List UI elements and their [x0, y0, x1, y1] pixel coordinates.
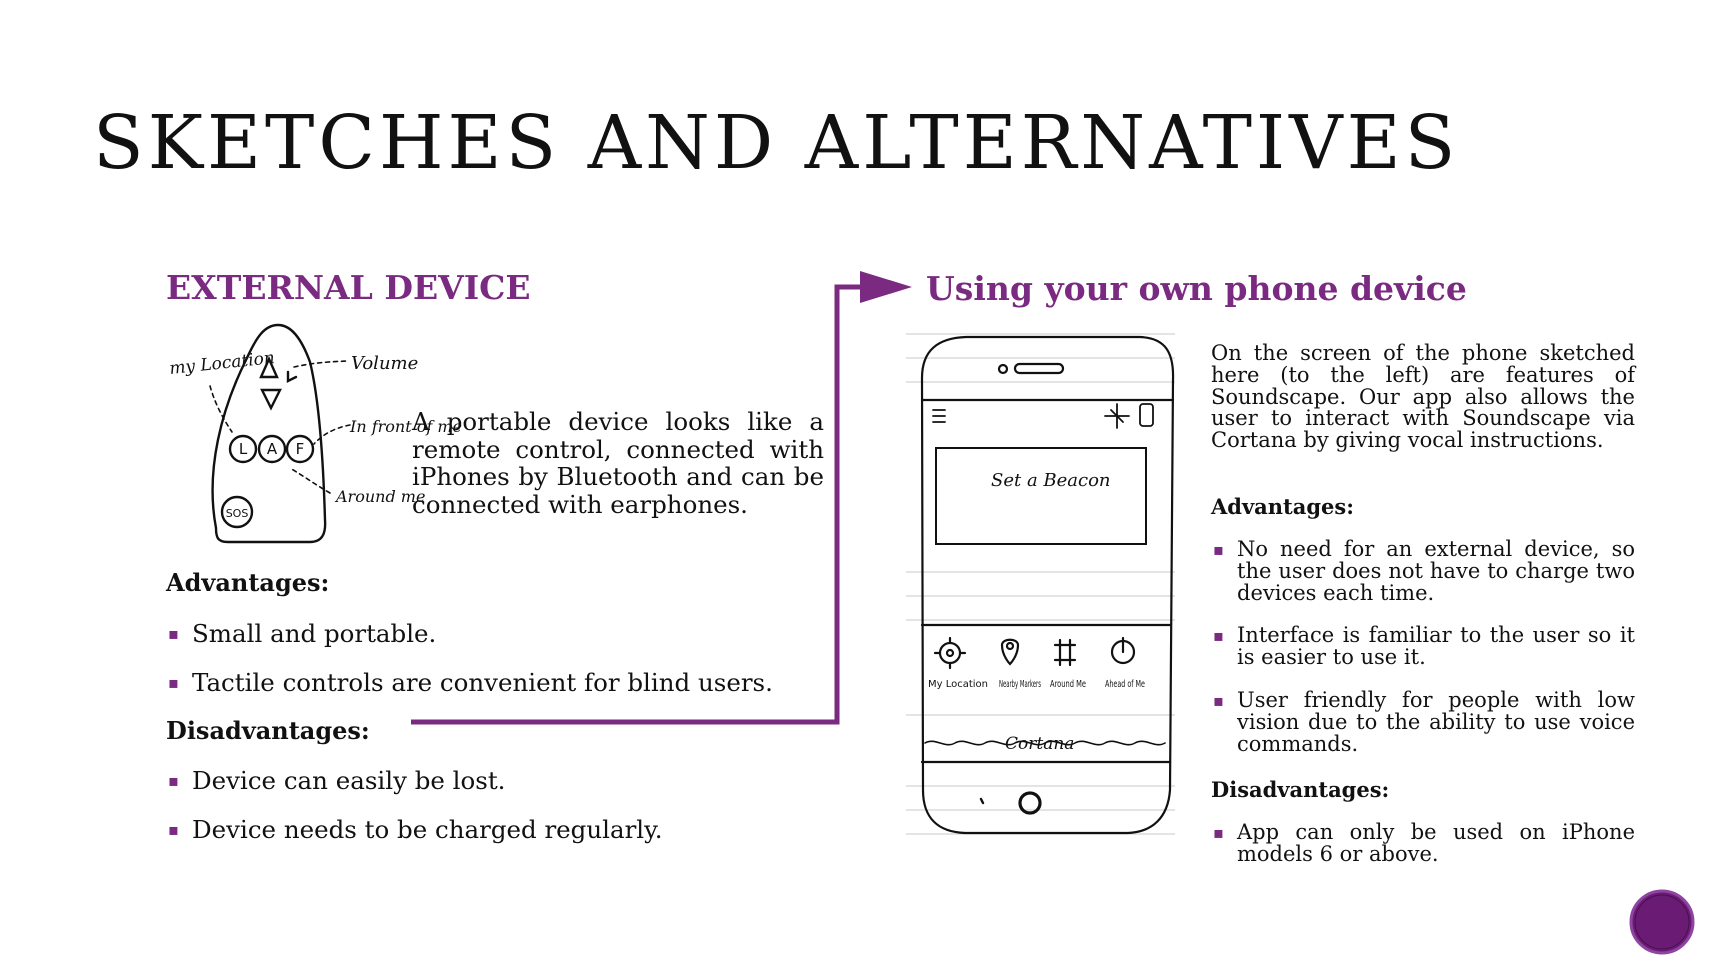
cortana-label: Cortana [1005, 734, 1074, 754]
tab-ahead-of-me: Ahead of Me [1105, 679, 1145, 690]
list-item: ▪ Small and portable. [168, 619, 437, 648]
beacon-label: Set a Beacon [991, 470, 1111, 491]
volume-annotation: Volume [351, 353, 418, 374]
tab-nearby-markers: Nearby Markers [999, 679, 1041, 690]
right-disadvantages-list: ▪ App can only be used on iPhone models 6… [1211, 820, 1635, 866]
home-button-icon [1018, 791, 1042, 815]
ahead-of-me-icon [1110, 639, 1136, 665]
right-advantages-list: ▪ No need for an external device, so the … [1211, 537, 1635, 756]
phone-outline [920, 335, 1175, 835]
beacon-box [935, 447, 1147, 545]
bullet-icon: ▪ [168, 771, 179, 790]
bullet-icon: ▪ [1213, 626, 1224, 646]
list-item: ▪ Tactile controls are convenient for bli… [168, 668, 773, 697]
left-advantages-list: ▪ Small and portable. ▪ Tactile controls a… [166, 619, 826, 698]
own-phone-description: On the screen of the phone sketched here… [1211, 341, 1635, 453]
bullet-icon: ▪ [168, 820, 179, 839]
list-item: ▪ App can only be used on iPhone models 6… [1213, 820, 1635, 866]
around-me-icon [1053, 638, 1077, 667]
sos-button-label: SOS [226, 507, 249, 520]
bullet-icon: ▪ [168, 673, 179, 692]
f-button-label: F [296, 440, 305, 458]
hamburger-icon [932, 409, 946, 423]
own-phone-heading: Using your own phone device [926, 269, 1467, 308]
my-location-icon [938, 641, 962, 665]
my-location-annotation: my Location [168, 348, 275, 379]
left-disadvantages-title: Disadvantages: [166, 716, 370, 745]
list-item: ▪ Device needs to be charged regularly. [168, 815, 663, 844]
left-advantages-title: Advantages: [166, 568, 330, 597]
right-disadvantages-title: Disadvantages: [1211, 777, 1390, 802]
list-item: ▪ Device can easily be lost. [168, 766, 506, 795]
bullet-icon: ▪ [1213, 823, 1224, 842]
a-button-label: A [267, 440, 278, 458]
device-outline [211, 323, 327, 544]
list-item: ▪ No need for an external device, so the … [1213, 537, 1635, 605]
right-advantages-title: Advantages: [1211, 494, 1354, 519]
slide-title: SKETCHES AND ALTERNATIVES [93, 100, 1460, 186]
bullet-icon: ▪ [1213, 690, 1224, 710]
bullet-icon: ▪ [168, 624, 179, 643]
left-disadvantages-list: ▪ Device can easily be lost. ▪ Device need… [166, 766, 826, 845]
tab-my-location: My Location [928, 679, 988, 690]
list-item: ▪ User friendly for people with low visio… [1213, 687, 1635, 756]
nearby-markers-icon [1000, 638, 1020, 666]
external-device-description: A portable device looks like a remote co… [412, 407, 824, 519]
device-icon [1139, 403, 1154, 427]
cortana-wave [924, 740, 1166, 746]
l-button-label: L [239, 440, 248, 458]
list-item: ▪ Interface is familiar to the user so it… [1213, 623, 1635, 670]
external-device-heading: EXTERNAL DEVICE [166, 268, 531, 307]
tab-around-me: Around Me [1050, 679, 1086, 690]
compass-icon [1104, 403, 1130, 429]
bullet-icon: ▪ [1213, 540, 1224, 559]
